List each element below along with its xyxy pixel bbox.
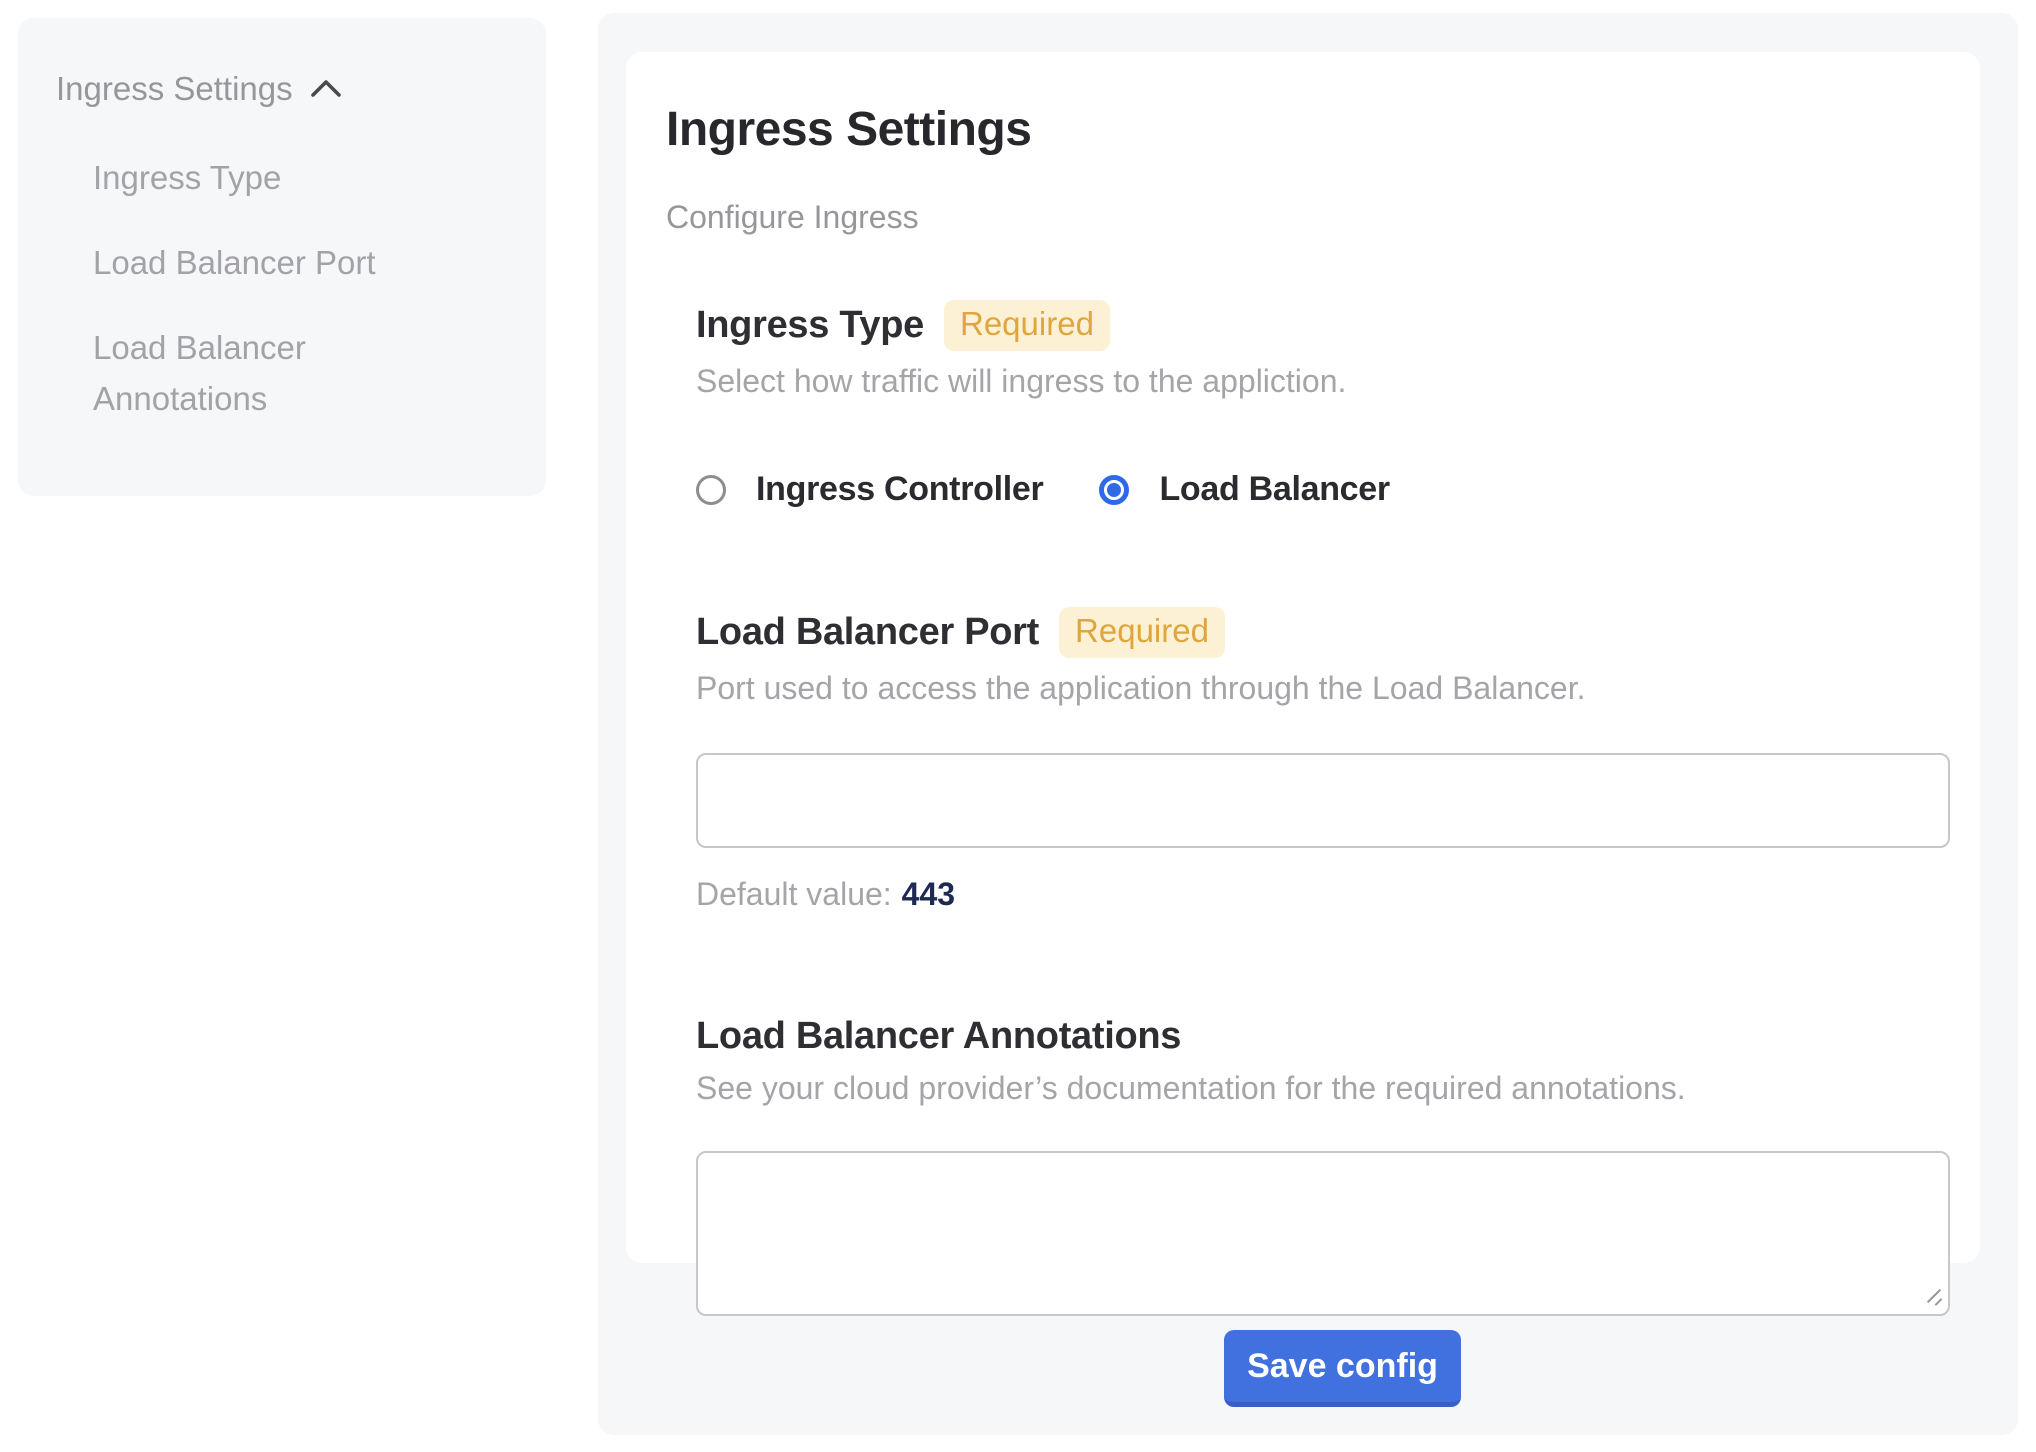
ingress-settings-card: Ingress Settings Configure Ingress Ingre… [626, 52, 1980, 1263]
sidebar-item-ingress-type[interactable]: Ingress Type [93, 152, 465, 203]
section-title-row: Load Balancer Port Required [696, 607, 1950, 658]
radio-option-load-balancer[interactable]: Load Balancer [1099, 470, 1389, 509]
main-panel: Ingress Settings Configure Ingress Ingre… [598, 13, 2018, 1435]
load-balancer-port-description: Port used to access the application thro… [696, 670, 1950, 707]
ingress-type-title: Ingress Type [696, 304, 924, 347]
sidebar-item-load-balancer-annotations[interactable]: Load Balancer Annotations [93, 322, 465, 424]
chevron-up-icon[interactable] [307, 74, 345, 104]
radio-label: Load Balancer [1159, 470, 1389, 509]
radio-option-ingress-controller[interactable]: Ingress Controller [696, 470, 1043, 509]
sidebar-item-list: Ingress Type Load Balancer Port Load Bal… [93, 152, 465, 425]
default-value-row: Default value: 443 [696, 876, 1950, 913]
default-value: 443 [902, 876, 955, 912]
sidebar-group-label: Ingress Settings [56, 70, 293, 108]
load-balancer-annotations-title: Load Balancer Annotations [696, 1015, 1181, 1058]
ingress-type-radio-group: Ingress Controller Load Balancer [696, 470, 1950, 509]
annotations-textarea-wrap [696, 1151, 1950, 1316]
sidebar-group-ingress-settings[interactable]: Ingress Settings [56, 70, 508, 108]
ingress-type-description: Select how traffic will ingress to the a… [696, 363, 1950, 400]
required-badge: Required [1059, 607, 1225, 658]
load-balancer-port-input[interactable] [696, 753, 1950, 848]
section-load-balancer-port: Load Balancer Port Required Port used to… [696, 607, 1950, 913]
load-balancer-annotations-textarea[interactable] [696, 1151, 1950, 1316]
section-load-balancer-annotations: Load Balancer Annotations See your cloud… [696, 1015, 1950, 1316]
section-ingress-type: Ingress Type Required Select how traffic… [696, 300, 1950, 509]
default-value-label: Default value: [696, 876, 892, 912]
section-title-row: Ingress Type Required [696, 300, 1950, 351]
section-title-row: Load Balancer Annotations [696, 1015, 1950, 1058]
settings-sidebar: Ingress Settings Ingress Type Load Balan… [18, 18, 546, 496]
page-title: Ingress Settings [666, 102, 1950, 157]
sidebar-item-load-balancer-port[interactable]: Load Balancer Port [93, 237, 465, 288]
radio-selected-icon[interactable] [1099, 475, 1129, 505]
form-sections: Ingress Type Required Select how traffic… [696, 300, 1950, 1316]
required-badge: Required [944, 300, 1110, 351]
load-balancer-annotations-description: See your cloud provider’s documentation … [696, 1070, 1950, 1107]
page-subtitle: Configure Ingress [666, 199, 1950, 236]
radio-label: Ingress Controller [756, 470, 1043, 509]
radio-unselected-icon[interactable] [696, 475, 726, 505]
save-config-button[interactable]: Save config [1224, 1330, 1461, 1407]
load-balancer-port-title: Load Balancer Port [696, 611, 1039, 654]
